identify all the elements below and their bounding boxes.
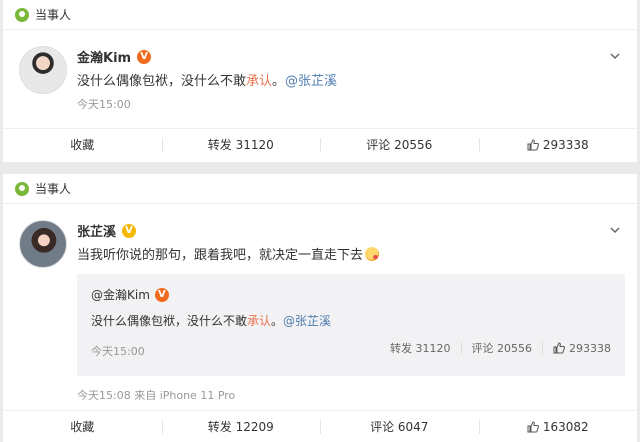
- divider: [542, 342, 543, 354]
- like-count: 163082: [542, 419, 589, 434]
- repost-button[interactable]: 转发 12209: [161, 411, 321, 442]
- like-button[interactable]: 293338: [478, 129, 638, 160]
- repost-stats: 转发 31120 评论 20556 293338: [390, 340, 611, 356]
- comment-button[interactable]: 评论 20556: [320, 129, 479, 160]
- header-label: 当事人: [35, 182, 72, 196]
- comment-button[interactable]: 评论 6047: [320, 411, 479, 442]
- like-button[interactable]: 163082: [478, 411, 638, 442]
- author-row: 张芷溪 V: [77, 221, 137, 240]
- card-header: 当事人: [3, 0, 637, 30]
- avatar[interactable]: [19, 220, 67, 268]
- post-time[interactable]: 今天15:08 来自 iPhone 11 Pro: [77, 387, 235, 403]
- repost-author-name[interactable]: @金瀚Kim: [91, 286, 150, 303]
- repost-text-main: 没什么偶像包袱，没什么不敢: [91, 314, 248, 328]
- thumbs-up-icon: [527, 138, 539, 150]
- post-text-main: 当我听你说的那句，跟着我吧，就决定一直走下去: [77, 248, 364, 263]
- card-header: 当事人: [3, 174, 637, 204]
- author-row: 金瀚Kim V: [77, 47, 152, 66]
- chevron-down-icon[interactable]: [609, 50, 621, 62]
- favorite-label: 收藏: [70, 420, 95, 434]
- author-name[interactable]: 张芷溪: [77, 221, 116, 240]
- mention-link[interactable]: @张芷溪: [285, 74, 337, 89]
- verified-badge-icon: V: [122, 223, 137, 238]
- comment-label: 评论 6047: [370, 420, 429, 434]
- action-bar: 收藏 转发 31120 评论 20556 293338: [3, 128, 637, 160]
- repost-author-row: @金瀚Kim V: [91, 286, 169, 303]
- repost-time[interactable]: 今天15:00: [91, 343, 145, 359]
- thumbs-up-icon: [553, 342, 565, 354]
- repost-text: 没什么偶像包袱，没什么不敢承认。@张芷溪: [91, 312, 331, 329]
- post-text-main: 没什么偶像包袱，没什么不敢: [77, 74, 247, 89]
- favorite-button[interactable]: 收藏: [3, 129, 162, 160]
- emoji-icon: [365, 247, 380, 261]
- post-body: 张芷溪 V 当我听你说的那句，跟着我吧，就决定一直走下去 @金瀚Kim V 没什…: [3, 204, 637, 442]
- mention-link[interactable]: @张芷溪: [283, 314, 331, 328]
- repost-text-suffix: 。: [271, 314, 284, 328]
- divider: [460, 342, 462, 354]
- chevron-down-icon[interactable]: [609, 224, 621, 236]
- post-card-2: 当事人 张芷溪 V 当我听你说的那句，跟着我吧，就决定一直走下去 @金瀚Kim …: [3, 174, 637, 442]
- repost-like-count: 293338: [569, 341, 611, 355]
- post-text: 没什么偶像包袱，没什么不敢承认。@张芷溪: [77, 70, 337, 89]
- thumbs-up-icon: [527, 420, 539, 432]
- repost-repost-count[interactable]: 转发 31120: [390, 340, 451, 356]
- post-text: 当我听你说的那句，跟着我吧，就决定一直走下去: [77, 244, 380, 263]
- verified-badge-icon: V: [137, 49, 152, 64]
- comment-label: 评论 20556: [366, 138, 433, 152]
- reposted-content[interactable]: @金瀚Kim V 没什么偶像包袱，没什么不敢承认。@张芷溪 今天15:00 转发…: [77, 274, 625, 376]
- repost-label: 转发 12209: [207, 420, 274, 434]
- favorite-button[interactable]: 收藏: [3, 411, 162, 442]
- post-text-suffix: 。: [272, 74, 286, 89]
- repost-text-highlight: 承认: [247, 314, 272, 328]
- location-pin-icon: [15, 181, 29, 196]
- avatar[interactable]: [19, 46, 67, 94]
- author-name[interactable]: 金瀚Kim: [77, 47, 131, 66]
- favorite-label: 收藏: [70, 138, 95, 152]
- like-count: 293338: [542, 137, 589, 152]
- repost-label: 转发 31120: [207, 138, 274, 152]
- header-label: 当事人: [35, 8, 72, 22]
- post-card-1: 当事人 金瀚Kim V 没什么偶像包袱，没什么不敢承认。@张芷溪 今天15:00…: [3, 0, 637, 162]
- repost-comment-count[interactable]: 评论 20556: [472, 340, 533, 356]
- verified-badge-icon: V: [154, 287, 169, 302]
- post-time[interactable]: 今天15:00: [77, 96, 131, 112]
- action-bar: 收藏 转发 12209 评论 6047 163082: [3, 410, 637, 442]
- repost-button[interactable]: 转发 31120: [161, 129, 321, 160]
- location-pin-icon: [15, 7, 29, 22]
- post-body: 金瀚Kim V 没什么偶像包袱，没什么不敢承认。@张芷溪 今天15:00 收藏 …: [3, 30, 637, 162]
- repost-like[interactable]: 293338: [553, 342, 611, 355]
- post-text-highlight: 承认: [246, 74, 273, 89]
